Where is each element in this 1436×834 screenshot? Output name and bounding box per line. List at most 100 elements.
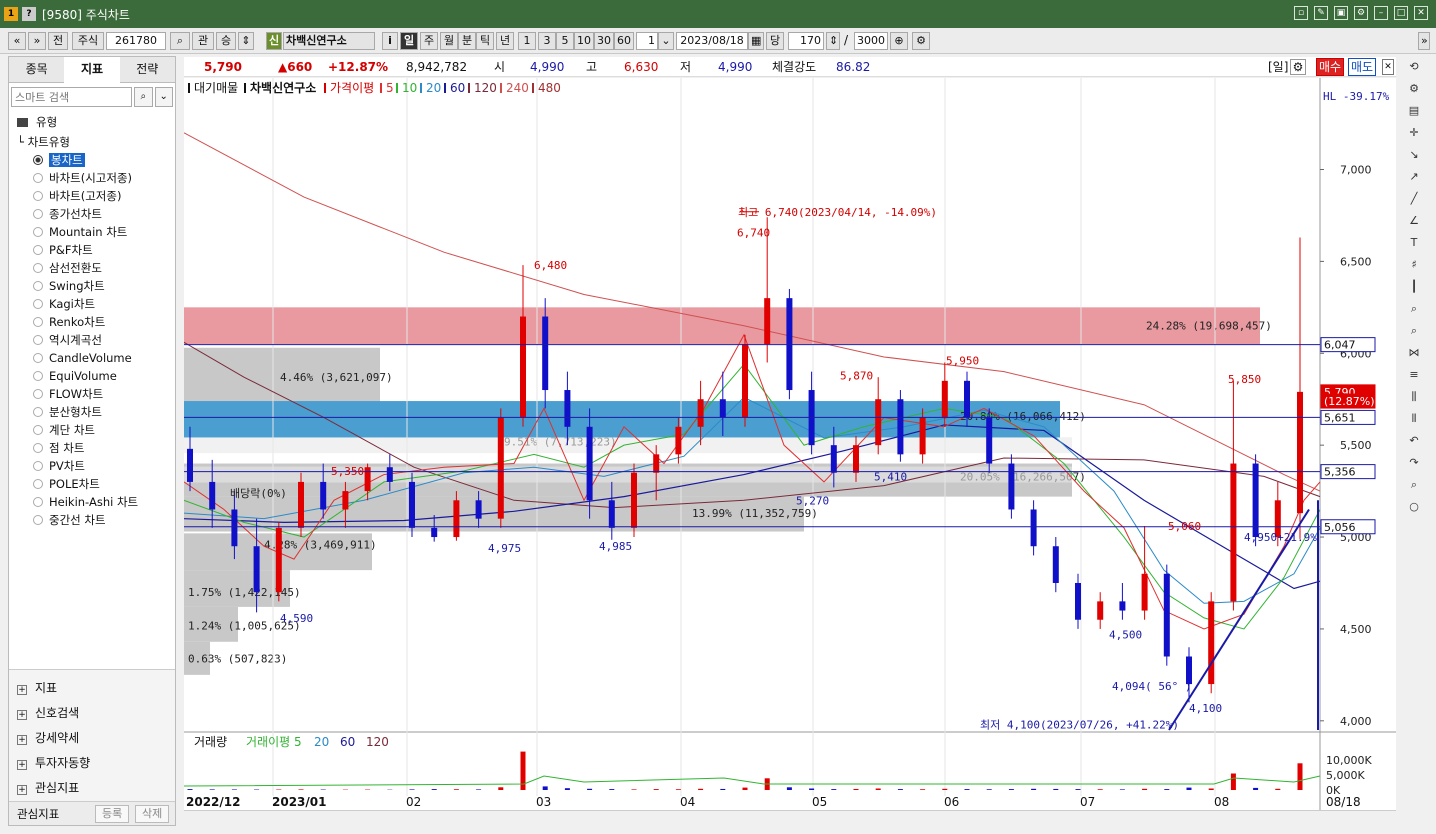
gear-icon[interactable]: ⚙ bbox=[912, 32, 930, 50]
tab-strategy[interactable]: 전략 bbox=[119, 57, 175, 83]
radio-icon[interactable] bbox=[33, 245, 43, 255]
radio-icon[interactable] bbox=[33, 227, 43, 237]
horizontal-scrollbar[interactable] bbox=[184, 810, 1396, 824]
group-strength[interactable]: + 강세약세 bbox=[9, 726, 175, 751]
date-input[interactable]: 2023/08/18 bbox=[676, 32, 748, 50]
edit-icon[interactable]: ✎ bbox=[1314, 6, 1328, 20]
radio-icon[interactable] bbox=[33, 353, 43, 363]
interval-10[interactable]: 10 bbox=[574, 32, 594, 50]
zoom-icon[interactable]: ⊕ bbox=[890, 32, 908, 50]
watch-button[interactable]: 관 bbox=[192, 32, 214, 50]
expand-icon[interactable]: + bbox=[17, 735, 27, 745]
chevron-down-icon[interactable]: ⌄ bbox=[658, 32, 674, 50]
tree-item[interactable]: Mountain 차트 bbox=[9, 223, 175, 241]
tree-item[interactable]: 역시계곡선 bbox=[9, 331, 175, 349]
text-icon[interactable]: T bbox=[1402, 232, 1426, 254]
code-input[interactable]: 261780 bbox=[106, 32, 166, 50]
sell-button[interactable]: 매도 bbox=[1348, 58, 1377, 76]
radio-icon[interactable] bbox=[33, 497, 43, 507]
gear-icon[interactable]: ⚙ bbox=[1290, 59, 1306, 75]
interval-1[interactable]: 1 bbox=[518, 32, 536, 50]
auto-line-icon[interactable]: ∠ bbox=[1402, 210, 1426, 232]
expand-icon[interactable]: + bbox=[17, 710, 27, 720]
circle-icon[interactable]: ○ bbox=[1402, 496, 1426, 518]
tree-item[interactable]: 계단 차트 bbox=[9, 421, 175, 439]
expand-icon[interactable]: + bbox=[17, 785, 27, 795]
buy-button[interactable]: 매수 bbox=[1316, 58, 1345, 76]
group-favorite[interactable]: + 관심지표 bbox=[9, 776, 175, 801]
chart-canvas[interactable]: 24.28% (19,698,457)4.46% (3,621,097)9.51… bbox=[184, 78, 1396, 818]
tree-item[interactable]: PV차트 bbox=[9, 457, 175, 475]
tree-item[interactable]: 점 차트 bbox=[9, 439, 175, 457]
fibonacci-icon[interactable]: ≡ bbox=[1402, 364, 1426, 386]
radio-icon[interactable] bbox=[33, 281, 43, 291]
market-select[interactable]: 주식 bbox=[72, 32, 104, 50]
tree-item[interactable]: 삼선전환도 bbox=[9, 259, 175, 277]
tree-group[interactable]: └ 차트유형 bbox=[9, 133, 175, 151]
trendline-icon[interactable]: ↘ bbox=[1402, 144, 1426, 166]
radio-icon[interactable] bbox=[33, 317, 43, 327]
maximize-icon[interactable]: □ bbox=[1394, 6, 1408, 20]
count-input[interactable]: 1 bbox=[636, 32, 658, 50]
undo-icon[interactable]: ↶ bbox=[1402, 430, 1426, 452]
seung-button[interactable]: 승 bbox=[216, 32, 236, 50]
interval-3[interactable]: 3 bbox=[538, 32, 556, 50]
prev-button[interactable]: « bbox=[8, 32, 26, 50]
radio-icon[interactable] bbox=[33, 461, 43, 471]
radio-icon[interactable] bbox=[33, 263, 43, 273]
tree-item[interactable]: Heikin-Ashi 차트 bbox=[9, 493, 175, 511]
all-button[interactable]: 전 bbox=[48, 32, 68, 50]
link-icon[interactable]: ▫ bbox=[1294, 6, 1308, 20]
spinner-icon[interactable]: ⇕ bbox=[826, 32, 840, 50]
delete-button[interactable]: 삭제 bbox=[135, 805, 170, 823]
search-icon[interactable]: ⌕ bbox=[134, 87, 153, 107]
tree-section[interactable]: 유형 bbox=[9, 111, 175, 133]
tree-item[interactable]: POLE차트 bbox=[9, 475, 175, 493]
line-icon[interactable]: ╱ bbox=[1402, 188, 1426, 210]
tree-item[interactable]: 바차트(고저종) bbox=[9, 187, 175, 205]
gear-icon[interactable]: ⚙ bbox=[1402, 78, 1426, 100]
zoom-in-icon[interactable]: ⌕ bbox=[1402, 298, 1426, 320]
zoom-out-icon[interactable]: ⌕ bbox=[1402, 320, 1426, 342]
magnet-icon[interactable]: ⋈ bbox=[1402, 342, 1426, 364]
bars-icon[interactable]: ⫴ bbox=[1402, 408, 1426, 430]
print-icon[interactable]: ▣ bbox=[1334, 6, 1348, 20]
settings-icon[interactable]: ⚙ bbox=[1354, 6, 1368, 20]
tree-item[interactable]: 봉차트 bbox=[9, 151, 175, 169]
period-week[interactable]: 주 bbox=[420, 32, 438, 50]
tree-item[interactable]: Kagi차트 bbox=[9, 295, 175, 313]
radio-icon[interactable] bbox=[33, 371, 43, 381]
tree-item[interactable]: 분산형차트 bbox=[9, 403, 175, 421]
tree-item[interactable]: FLOW차트 bbox=[9, 385, 175, 403]
search-icon[interactable]: ⌕ bbox=[1402, 474, 1426, 496]
info-button[interactable]: i bbox=[382, 32, 398, 50]
radio-icon[interactable] bbox=[33, 515, 43, 525]
tab-indicators[interactable]: 지표 bbox=[64, 57, 120, 83]
pattern-icon[interactable]: ♯ bbox=[1402, 254, 1426, 276]
interval-30[interactable]: 30 bbox=[594, 32, 614, 50]
period-year[interactable]: 년 bbox=[496, 32, 514, 50]
channel-icon[interactable]: ⫼ bbox=[1402, 386, 1426, 408]
smart-search-input[interactable] bbox=[11, 87, 132, 107]
radio-icon[interactable] bbox=[33, 389, 43, 399]
tree-item[interactable]: 중간선 차트 bbox=[9, 511, 175, 529]
tree-item[interactable]: Swing차트 bbox=[9, 277, 175, 295]
tree-item[interactable]: Renko차트 bbox=[9, 313, 175, 331]
next-button[interactable]: » bbox=[28, 32, 46, 50]
refresh-icon[interactable]: ⟲ bbox=[1402, 56, 1426, 78]
close-icon[interactable]: ✕ bbox=[1414, 6, 1428, 20]
tree-item[interactable]: 바차트(시고저종) bbox=[9, 169, 175, 187]
group-signal[interactable]: + 신호검색 bbox=[9, 701, 175, 726]
period-tick[interactable]: 틱 bbox=[476, 32, 494, 50]
radio-icon[interactable] bbox=[33, 155, 43, 165]
period-month[interactable]: 월 bbox=[440, 32, 458, 50]
radio-icon[interactable] bbox=[33, 299, 43, 309]
radio-icon[interactable] bbox=[33, 479, 43, 489]
radio-icon[interactable] bbox=[33, 335, 43, 345]
crosshair-icon[interactable]: ✛ bbox=[1402, 122, 1426, 144]
group-investor[interactable]: + 투자자동향 bbox=[9, 751, 175, 776]
bars-input[interactable]: 170 bbox=[788, 32, 824, 50]
tab-stocks[interactable]: 종목 bbox=[9, 57, 65, 83]
redo-icon[interactable]: ↷ bbox=[1402, 452, 1426, 474]
tree-item[interactable]: 종가선차트 bbox=[9, 205, 175, 223]
